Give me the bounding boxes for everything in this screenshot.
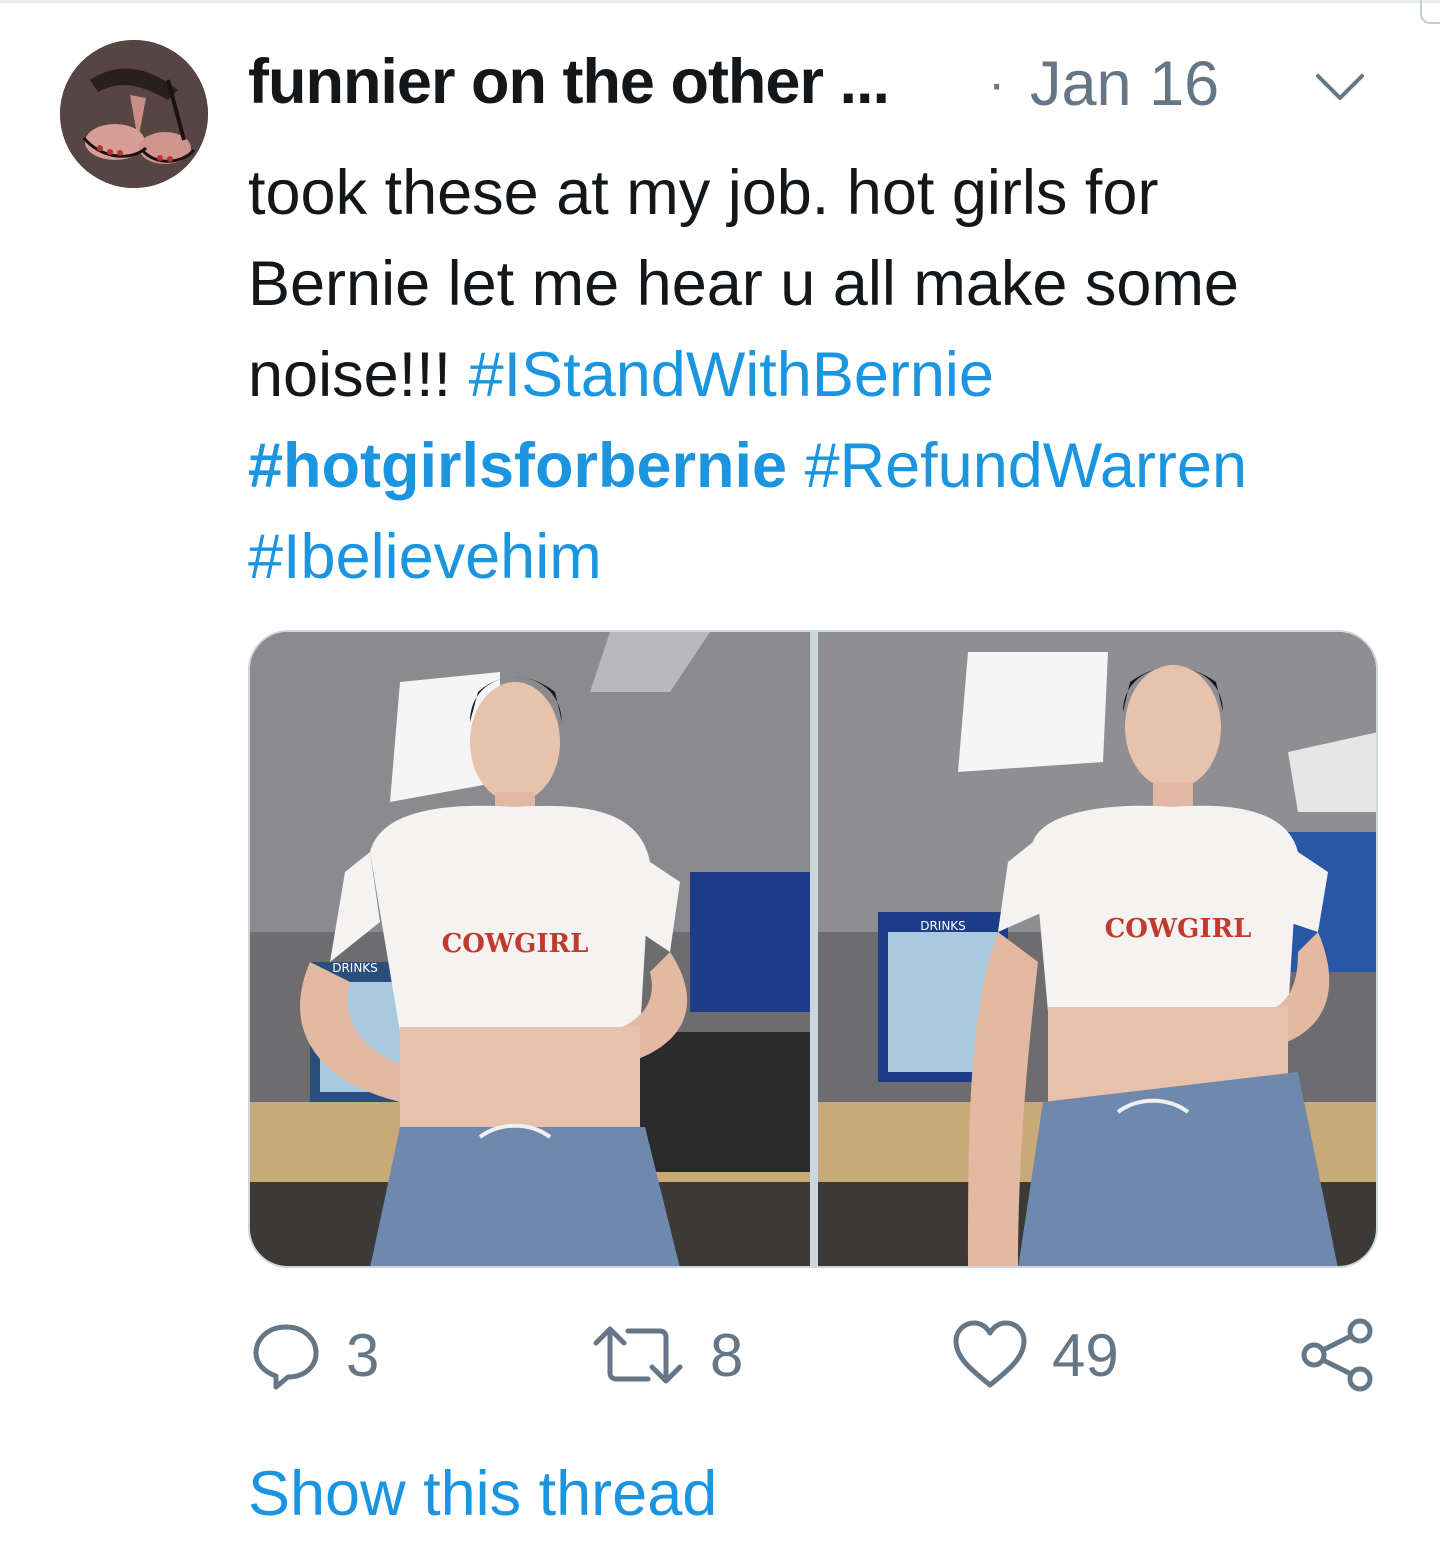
tweet-text-line-1: took these at my job. hot girls for	[248, 158, 1159, 228]
photo-1-sign-text: DRINKS	[332, 961, 378, 975]
retweet-button[interactable]: 8	[588, 1310, 743, 1400]
photo-2-image: COWGIRL DRINKS	[818, 632, 1376, 1266]
tweet-text-noise: noise!!!	[248, 340, 452, 410]
photo-1[interactable]: COWGIRL DRINKS	[250, 632, 810, 1266]
avatar-image	[60, 40, 208, 188]
separator-dot: ·	[988, 55, 1006, 113]
retweet-icon	[593, 1326, 683, 1384]
show-thread-link[interactable]: Show this thread	[248, 1458, 717, 1530]
hashtag-refundwarren[interactable]: #RefundWarren	[805, 431, 1247, 501]
tweet-menu-button[interactable]	[1310, 68, 1370, 108]
photo-1-image: COWGIRL DRINKS	[250, 632, 810, 1266]
tweet-actions: 3 8 49	[248, 1310, 1378, 1400]
hashtag-hotgirlsforbernie[interactable]: #hotgirlsforbernie	[248, 431, 787, 501]
avatar[interactable]	[60, 40, 208, 188]
photo-1-shirt-text: COWGIRL	[442, 929, 589, 959]
share-icon	[1301, 1318, 1373, 1392]
tweet-text-line-3: noise!!! #IStandWithBernie	[248, 330, 1368, 421]
reply-icon	[253, 1324, 319, 1390]
media-grid: COWGIRL DRINKS COWGIRL DRINKS	[248, 630, 1378, 1268]
display-name[interactable]: funnier on the other ...	[248, 46, 890, 118]
photo-2[interactable]: COWGIRL DRINKS	[818, 632, 1376, 1266]
timestamp[interactable]: Jan 16	[1030, 48, 1219, 120]
hashtag-ibelievehim[interactable]: #Ibelievehim	[248, 522, 602, 592]
share-button[interactable]	[1298, 1310, 1378, 1400]
tweet-header: funnier on the other ... · Jan 16	[248, 46, 1378, 126]
tweet-text-line-4: #hotgirlsforbernie #RefundWarren	[248, 421, 1368, 512]
heart-icon	[953, 1320, 1027, 1388]
retweet-count: 8	[710, 1321, 744, 1389]
tweet-text-line-2: Bernie let me hear u all make some	[248, 249, 1239, 319]
photo-2-shirt-text: COWGIRL	[1105, 914, 1252, 944]
hashtag-istandwithbernie[interactable]: #IStandWithBernie	[469, 340, 994, 410]
like-count: 49	[1052, 1321, 1119, 1389]
tweet-text: took these at my job. hot girls for Bern…	[248, 148, 1368, 603]
chevron-down-icon	[1316, 74, 1364, 100]
previous-tweet-corner	[1420, 0, 1440, 24]
reply-count: 3	[346, 1321, 380, 1389]
photo-2-sign-text: DRINKS	[920, 919, 966, 933]
tweet-text-line-5: #Ibelievehim	[248, 512, 1368, 603]
like-button[interactable]: 49	[950, 1310, 1119, 1400]
top-divider	[0, 0, 1440, 3]
reply-button[interactable]: 3	[248, 1310, 379, 1400]
